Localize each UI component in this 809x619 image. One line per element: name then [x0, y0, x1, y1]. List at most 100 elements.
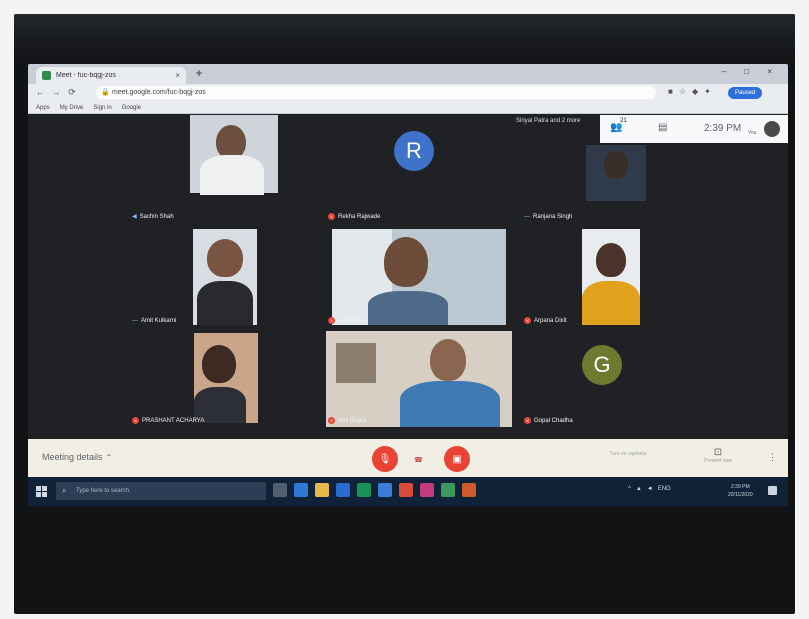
meet-controls-bar: Meeting details ⌃ 🎙 ☎ ▣ Turn on captions … — [28, 439, 788, 477]
volume-icon[interactable]: ◄ — [647, 486, 653, 492]
back-arrow-icon[interactable]: ← — [34, 87, 46, 97]
reload-icon[interactable]: ⟳ — [66, 87, 78, 98]
participant-name: Gopal Chadha — [534, 417, 573, 424]
present-screen-icon: ⊡ — [713, 447, 723, 458]
bookmark-item[interactable]: My Drive — [60, 105, 84, 111]
network-icon[interactable]: ▲ — [636, 486, 642, 492]
participant-count: 21 — [620, 118, 627, 124]
language-indicator[interactable]: ENG — [658, 486, 671, 492]
file-explorer-icon[interactable] — [315, 483, 329, 497]
chrome-icon[interactable] — [357, 483, 371, 497]
chat-icon[interactable]: ▤ — [658, 122, 667, 133]
captions-button[interactable]: Turn on captions — [598, 451, 658, 457]
tab-title: Meet - fuc-bqgj-zos — [56, 72, 116, 79]
taskbar-clock[interactable]: 2:39 PM 20/11/2020 — [728, 483, 753, 499]
avatar-letter: G — [593, 352, 611, 377]
participant-video — [336, 343, 376, 383]
chevron-up-icon: ⌃ — [105, 453, 113, 462]
participant-tile[interactable]: G ✕ Gopal Chadha — [520, 331, 680, 427]
meeting-details-button[interactable]: Meeting details ⌃ — [42, 452, 112, 462]
participant-tile[interactable]: ✕ Ajit Mehta — [324, 227, 514, 327]
participant-tile[interactable]: ✕ Anil Gupta — [324, 331, 514, 427]
camera-off-button[interactable]: ▣ — [444, 446, 470, 472]
participant-video — [197, 281, 253, 325]
more-options-button[interactable]: ⋮ — [768, 452, 777, 463]
app-icon[interactable] — [462, 483, 476, 497]
present-now-button[interactable]: ⊡ Present now — [698, 447, 738, 464]
app-icon[interactable] — [420, 483, 434, 497]
address-bar[interactable]: 🔒 meet.google.com/fuc-bqgj-zos — [96, 86, 656, 99]
participant-name: PRASHANT ACHARYA — [142, 417, 205, 424]
microphone-off-button[interactable]: 🎙 — [372, 446, 398, 472]
participant-tile[interactable]: ◀ Sachin Shah — [128, 115, 318, 223]
participant-name-tag: ✕ Gopal Chadha — [524, 417, 573, 424]
participant-video — [332, 229, 506, 325]
meeting-details-label: Meeting details — [42, 452, 103, 462]
self-thumbnail[interactable] — [764, 121, 780, 137]
tab-close-icon[interactable]: × — [175, 71, 180, 80]
search-icon: ⌕ — [62, 486, 67, 495]
forward-arrow-icon[interactable]: → — [50, 87, 62, 97]
notification-icon[interactable] — [768, 486, 777, 495]
profile-button[interactable]: Paused — [728, 87, 763, 99]
mic-off-icon: 🎙 — [378, 453, 392, 465]
screen: Meet - fuc-bqgj-zos × + – □ × ← → ⟳ 🔒 me… — [28, 64, 788, 506]
presenter-note: Sinyal Patra and 2 more — [516, 118, 581, 124]
participant-name: Sachin Shah — [139, 213, 174, 220]
bookmark-item[interactable]: Apps — [36, 105, 50, 111]
tray-chevron-icon[interactable]: ^ — [628, 486, 631, 492]
participant-video — [400, 381, 500, 427]
app-icon[interactable] — [399, 483, 413, 497]
bookmark-item[interactable]: Sign in — [93, 105, 111, 111]
participant-tile[interactable]: ✕ Arpana Dixit — [520, 227, 680, 327]
participant-tile[interactable]: — Amit Kulkarni — [128, 227, 318, 327]
mic-off-icon: ✕ — [328, 213, 335, 220]
taskbar-search-box[interactable]: ⌕ Type here to search — [56, 482, 266, 500]
edge-icon[interactable] — [294, 483, 308, 497]
participant-tile[interactable]: — Ranjana Singh — [520, 145, 680, 223]
hang-up-button[interactable]: ☎ — [414, 456, 423, 464]
participant-video — [207, 239, 243, 277]
toolbar-icons: ■ ☆ ◆ ✦ — [668, 87, 711, 96]
bookmark-item[interactable]: Google — [122, 105, 141, 111]
puzzle-icon[interactable]: ✦ — [704, 87, 711, 96]
participant-video — [582, 229, 640, 325]
camera-permission-icon[interactable]: ■ — [668, 87, 673, 96]
new-tab-button[interactable]: + — [192, 66, 206, 80]
participant-name-tag: — Amit Kulkarni — [132, 318, 176, 324]
participant-tile[interactable]: ✕ PRASHANT ACHARYA — [128, 331, 318, 427]
system-tray: ^ ▲ ◄ ENG — [628, 486, 671, 492]
window-controls[interactable]: – □ × — [722, 67, 780, 76]
windows-start-icon[interactable] — [36, 486, 47, 497]
participant-name: Ajit Mehta — [338, 317, 365, 324]
meet-favicon-icon — [42, 71, 51, 80]
participant-name-tag: ✕ Ajit Mehta — [328, 317, 365, 324]
mic-off-icon: ✕ — [524, 417, 531, 424]
participant-video — [194, 333, 258, 423]
url-text: meet.google.com/fuc-bqgj-zos — [112, 89, 206, 96]
app-icon[interactable] — [441, 483, 455, 497]
mic-off-icon: ✕ — [328, 417, 335, 424]
windows-taskbar: ⌕ Type here to search ^ ▲ ◄ ENG 2:39 PM … — [28, 477, 788, 506]
participant-video — [190, 115, 278, 195]
avatar-letter: R — [406, 138, 422, 163]
browser-tab-meet[interactable]: Meet - fuc-bqgj-zos × — [36, 67, 186, 84]
speaking-indicator-icon: ◀ — [132, 214, 137, 220]
participant-tile[interactable]: R ✕ Rekha Rajwade — [324, 115, 514, 223]
participant-name: Amit Kulkarni — [141, 318, 177, 324]
monitor-frame: Meet - fuc-bqgj-zos × + – □ × ← → ⟳ 🔒 me… — [14, 14, 795, 614]
browser-tabstrip: Meet - fuc-bqgj-zos × + – □ × — [28, 64, 788, 84]
store-icon[interactable] — [336, 483, 350, 497]
participant-video — [582, 281, 640, 325]
participant-name-tag: ✕ Anil Gupta — [328, 417, 366, 424]
participant-name-tag: ◀ Sachin Shah — [132, 213, 174, 221]
task-view-icon[interactable] — [273, 483, 287, 497]
participant-name: Ranjana Singh — [533, 214, 573, 220]
mail-icon[interactable] — [378, 483, 392, 497]
extension-icon[interactable]: ◆ — [692, 87, 698, 96]
star-icon[interactable]: ☆ — [679, 87, 686, 96]
participant-video — [216, 125, 246, 159]
participant-name: Rekha Rajwade — [338, 213, 381, 220]
taskbar-apps — [273, 483, 476, 497]
participant-name-tag: ✕ PRASHANT ACHARYA — [132, 417, 204, 424]
